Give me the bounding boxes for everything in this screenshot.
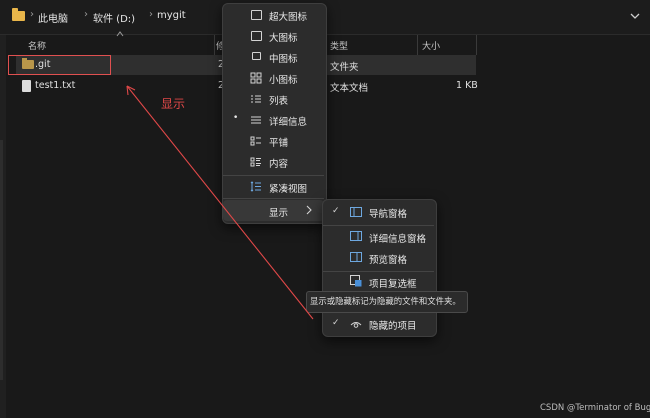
- folder-icon: [12, 8, 25, 21]
- extra-large-icons-icon: [251, 10, 262, 20]
- tooltip-text: 显示或隐藏标记为隐藏的文件和文件夹。: [310, 296, 461, 306]
- menu-divider: [223, 198, 324, 199]
- column-header-name[interactable]: 名称: [28, 39, 46, 52]
- file-type: 文件夹: [330, 62, 359, 73]
- text-file-icon: [22, 80, 31, 92]
- breadcrumb-mygit[interactable]: mygit: [157, 10, 186, 21]
- chevron-down-icon[interactable]: [628, 9, 642, 23]
- highlight-box: [8, 55, 111, 75]
- column-divider[interactable]: [476, 35, 477, 55]
- scrollbar[interactable]: [0, 140, 3, 380]
- menu-divider: [223, 175, 324, 176]
- menu-item-label: 隐藏的项目: [369, 321, 417, 332]
- menu-item-label: 超大图标: [269, 12, 308, 23]
- menu-item-label: 小图标: [269, 75, 298, 86]
- breadcrumb-separator-icon: ›: [149, 9, 153, 20]
- menu-item-label: 项目复选框: [369, 279, 417, 290]
- tiles-icon: [250, 136, 261, 146]
- menu-item-label: 预览窗格: [369, 255, 408, 266]
- content-icon: [250, 157, 261, 167]
- small-icons-icon: [250, 72, 262, 84]
- checkbox-icon: [350, 275, 362, 287]
- breadcrumb-drive-d[interactable]: 软件 (D:): [93, 10, 135, 25]
- medium-icons-icon: [252, 52, 261, 60]
- menu-item-label: 中图标: [269, 54, 298, 65]
- eye-icon: [350, 322, 362, 328]
- column-divider[interactable]: [214, 35, 215, 55]
- file-type: 文本文档: [330, 83, 369, 94]
- check-icon: ✓: [332, 318, 340, 328]
- menu-item-label: 详细信息窗格: [369, 234, 427, 245]
- column-header-type[interactable]: 类型: [330, 39, 348, 52]
- chevron-right-icon: [306, 205, 312, 215]
- menu-divider: [323, 225, 434, 226]
- file-size: 1 KB: [456, 80, 478, 91]
- check-icon: ✓: [332, 206, 340, 216]
- menu-item-label: 内容: [269, 159, 289, 170]
- preview-pane-icon: [350, 252, 362, 262]
- breadcrumb-separator-icon: ›: [30, 9, 34, 20]
- large-icons-icon: [251, 31, 262, 41]
- menu-item-label: 导航窗格: [369, 209, 408, 220]
- sort-up-icon: [116, 31, 124, 37]
- menu-item-label: 紧凑视图: [269, 184, 308, 195]
- column-divider[interactable]: [417, 35, 418, 55]
- menu-item-label: 大图标: [269, 33, 298, 44]
- breadcrumb-separator-icon: ›: [84, 9, 88, 20]
- selected-bullet-icon: •: [233, 113, 239, 123]
- compact-view-icon: [250, 181, 261, 192]
- annotation-label: 显示: [161, 97, 186, 111]
- column-header-size[interactable]: 大小: [422, 39, 440, 52]
- menu-divider: [323, 271, 434, 272]
- menu-item-label: 平铺: [269, 138, 289, 149]
- watermark: CSDN @Terminator of Bug: [540, 403, 650, 413]
- file-name: test1.txt: [35, 80, 76, 91]
- menu-item-label: 详细信息: [269, 117, 308, 128]
- menu-item-label: 显示: [269, 208, 289, 219]
- navigation-pane-icon: [350, 207, 362, 217]
- breadcrumb-this-pc[interactable]: 此电脑: [38, 10, 68, 25]
- details-pane-icon: [350, 231, 362, 241]
- details-icon: [251, 116, 261, 124]
- menu-item-label: 列表: [269, 96, 289, 107]
- list-icon: [251, 95, 261, 103]
